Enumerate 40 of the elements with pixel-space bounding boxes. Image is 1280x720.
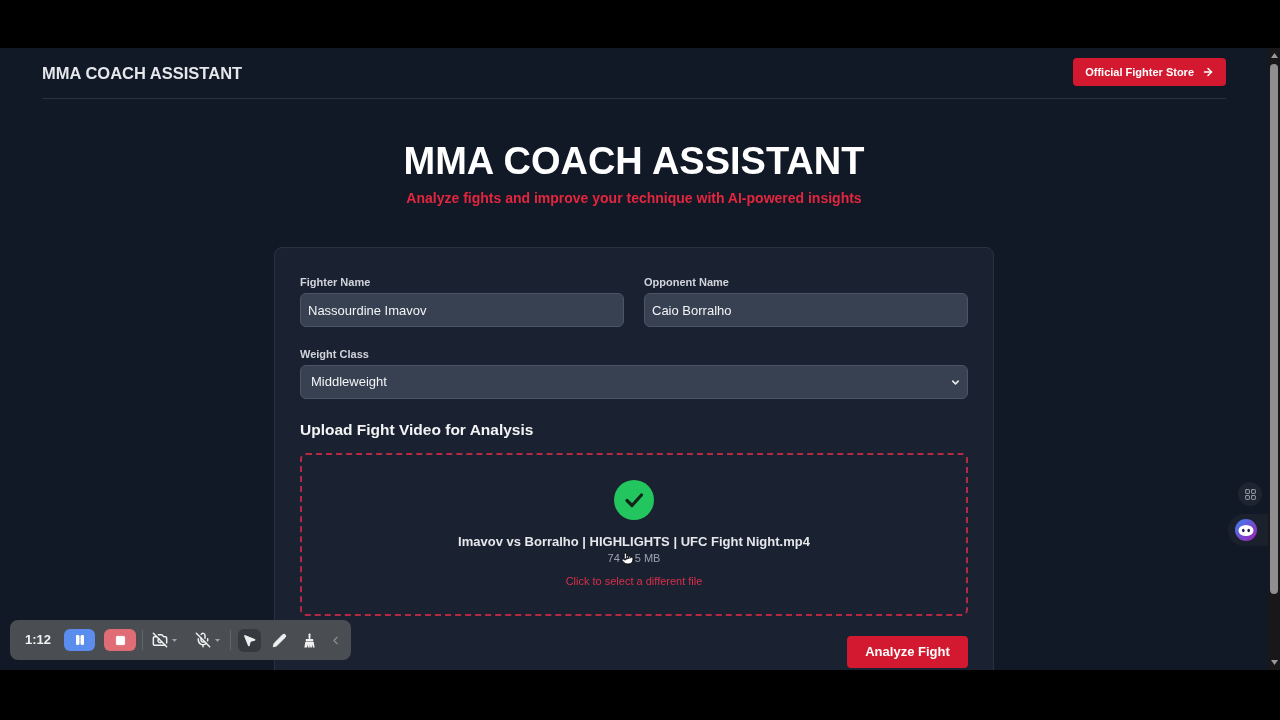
scroll-down-icon[interactable] <box>1270 660 1278 665</box>
file-name: Imavov vs Borralho | HIGHLIGHTS | UFC Fight Night.mp4 <box>458 533 810 551</box>
drawing-tool[interactable] <box>238 628 261 652</box>
text-input[interactable]: Caio Borralho <box>644 293 968 327</box>
hand-cursor-icon <box>620 551 634 565</box>
store-button[interactable]: Official Fighter Store <box>1073 58 1226 86</box>
pause-button[interactable] <box>64 629 95 651</box>
page-subtitle: Analyze fights and improve your technique with AI-powered insights <box>405 189 863 208</box>
stop-icon <box>114 634 126 646</box>
change-file-hint: Click to select a different file <box>565 574 703 588</box>
field-label: Weight Class <box>300 347 370 362</box>
arrow-right-icon <box>1202 66 1214 78</box>
caret-icon <box>215 638 220 642</box>
camera-toggle[interactable] <box>152 632 177 648</box>
pointer-icon <box>242 632 257 648</box>
upload-heading: Upload Fight Video for Analysis <box>300 420 535 440</box>
assistant-tab[interactable] <box>1228 514 1268 546</box>
field-label: Fighter Name <box>300 275 372 290</box>
recording-time: 1:12 <box>25 631 52 650</box>
scrollbar[interactable] <box>1268 48 1280 670</box>
grid-icon <box>1243 487 1257 501</box>
brand-title: MMA COACH ASSISTANT <box>42 62 243 84</box>
stop-button[interactable] <box>104 629 136 651</box>
caret-icon <box>172 638 177 642</box>
apps-button[interactable] <box>1238 482 1262 506</box>
text-input[interactable]: Nassourdine Imavov <box>300 293 624 327</box>
scroll-up-icon[interactable] <box>1270 53 1278 58</box>
file-size-text: 74 <box>607 551 620 565</box>
upload-dropzone[interactable]: Imavov vs Borralho | HIGHLIGHTS | UFC Fight Night.mp4 74 5 MB Click to select a different file <box>300 453 968 616</box>
field-label: Opponent Name <box>644 275 730 290</box>
mic-toggle[interactable] <box>195 632 220 648</box>
bot-avatar-icon <box>1235 519 1257 541</box>
analyze-fight-button[interactable]: Analyze Fight <box>847 636 968 668</box>
broom-icon <box>302 632 317 648</box>
file-size-text: 5 MB <box>634 551 661 565</box>
pencil-icon <box>272 632 287 648</box>
page-title: MMA COACH ASSISTANT <box>402 139 866 184</box>
pause-icon <box>73 634 86 646</box>
weight-class-select[interactable]: Middleweight <box>300 365 968 399</box>
scrollbar-thumb[interactable] <box>1270 64 1278 594</box>
